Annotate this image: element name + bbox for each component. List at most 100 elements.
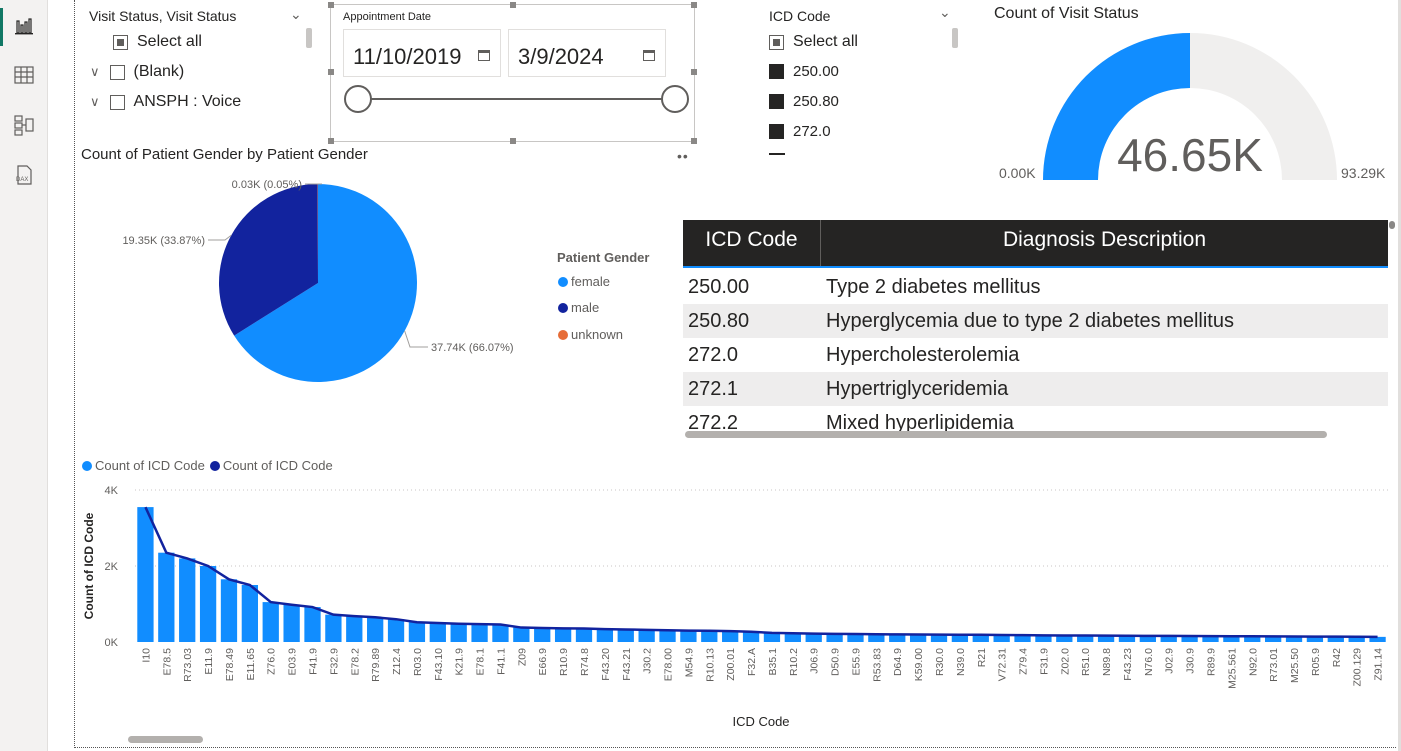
start-date-handle[interactable] bbox=[344, 85, 372, 113]
legend-item-unknown[interactable]: unknown bbox=[558, 327, 623, 342]
bar-F41.1[interactable] bbox=[492, 624, 509, 642]
bar-R03.0[interactable] bbox=[408, 622, 426, 642]
table-row[interactable]: 272.1 Hypertriglyceridemia bbox=[683, 372, 1388, 406]
slicer-scrollbar[interactable] bbox=[306, 28, 312, 48]
bar-E03.9[interactable] bbox=[283, 604, 300, 642]
bar-E78.1[interactable] bbox=[471, 624, 488, 642]
chevron-down-icon[interactable]: ⌄ bbox=[290, 6, 302, 23]
more-options-icon[interactable]: •• bbox=[677, 148, 689, 164]
column-header-icd-code[interactable]: ICD Code bbox=[683, 220, 821, 268]
resize-handle[interactable] bbox=[328, 2, 334, 8]
bar-E78.5[interactable] bbox=[158, 552, 175, 642]
legend-item-female[interactable]: female bbox=[558, 274, 610, 289]
legend-label-bars[interactable]: Count of ICD Code bbox=[95, 458, 205, 473]
table-row[interactable]: 272.0 Hypercholesterolemia bbox=[683, 338, 1388, 372]
table-view-button[interactable] bbox=[0, 52, 48, 98]
legend-dot bbox=[209, 460, 220, 471]
bar-R10.9[interactable] bbox=[554, 628, 572, 642]
resize-handle[interactable] bbox=[691, 2, 697, 8]
cell-icd-code: 272.1 bbox=[688, 377, 739, 400]
checkbox-filled-icon[interactable] bbox=[769, 124, 784, 139]
bar-Z00.01[interactable] bbox=[722, 631, 739, 642]
resize-handle[interactable] bbox=[691, 69, 697, 75]
table-vertical-scrollbar[interactable] bbox=[1389, 221, 1395, 229]
bar-J30.2[interactable] bbox=[638, 629, 655, 642]
slicer-item-label: 250.00 bbox=[793, 63, 839, 80]
checkbox-partial-icon[interactable] bbox=[113, 34, 128, 50]
end-date-handle[interactable] bbox=[661, 85, 689, 113]
x-tick-label: B35.1 bbox=[767, 648, 779, 676]
bar-F43.21[interactable] bbox=[617, 629, 634, 642]
x-tick-label: E78.5 bbox=[161, 648, 173, 676]
bar-Z76.0[interactable] bbox=[262, 602, 279, 642]
resize-handle[interactable] bbox=[691, 138, 697, 144]
bar-B35.1[interactable] bbox=[763, 632, 781, 642]
end-date-input[interactable]: 3/9/2024 bbox=[508, 29, 666, 77]
legend-item-male[interactable]: male bbox=[558, 300, 599, 315]
slicer-scrollbar[interactable] bbox=[952, 28, 958, 48]
table-row[interactable]: 250.80 Hyperglycemia due to type 2 diabe… bbox=[683, 304, 1388, 338]
legend-label: male bbox=[571, 300, 600, 315]
calendar-icon[interactable] bbox=[643, 50, 655, 61]
bar-R10.13[interactable] bbox=[701, 630, 718, 642]
x-tick-label: R42 bbox=[1331, 648, 1343, 667]
icd-item-250-00[interactable]: 250.00 bbox=[769, 63, 839, 80]
legend-label-line[interactable]: Count of ICD Code bbox=[223, 458, 333, 473]
slicer-item-blank[interactable]: ∨ (Blank) bbox=[90, 63, 184, 81]
checkbox-filled-icon[interactable] bbox=[769, 94, 784, 109]
start-date-input[interactable]: 11/10/2019 bbox=[343, 29, 501, 77]
bar-R73.03[interactable] bbox=[179, 558, 196, 642]
report-view-button[interactable] bbox=[0, 4, 48, 50]
slicer-item-anspb-voice[interactable]: ∨ ANSPH : Voice bbox=[90, 93, 241, 111]
table-horizontal-scrollbar[interactable] bbox=[685, 431, 1327, 438]
checkbox-partial-icon[interactable] bbox=[769, 34, 784, 50]
checkbox-filled-icon[interactable] bbox=[769, 64, 784, 79]
resize-handle[interactable] bbox=[510, 2, 516, 8]
checkbox-icon[interactable] bbox=[109, 94, 125, 110]
bar-K21.9[interactable] bbox=[450, 623, 467, 642]
resize-handle[interactable] bbox=[328, 69, 334, 75]
checkbox-icon[interactable] bbox=[109, 64, 125, 80]
model-view-icon bbox=[14, 115, 34, 136]
bar-Z09[interactable] bbox=[513, 627, 530, 642]
column-header-diagnosis[interactable]: Diagnosis Description bbox=[821, 220, 1388, 268]
bar-E78.00[interactable] bbox=[659, 630, 676, 642]
bar-E11.65[interactable] bbox=[241, 585, 259, 642]
table-row[interactable]: 272.2 Mixed hyperlipidemia bbox=[683, 406, 1388, 433]
resize-handle[interactable] bbox=[328, 138, 334, 144]
x-tick-label: K59.00 bbox=[913, 648, 925, 681]
expand-chevron-icon[interactable]: ∨ bbox=[90, 64, 100, 80]
model-view-button[interactable] bbox=[0, 102, 48, 148]
bar-R74.8[interactable] bbox=[575, 628, 593, 642]
bar-M54.9[interactable] bbox=[680, 630, 697, 642]
x-tick-label: E78.2 bbox=[349, 648, 361, 676]
icd-item-250-80[interactable]: 250.80 bbox=[769, 93, 839, 110]
y-tick-label: 4K bbox=[105, 485, 119, 497]
icd-item-272-0[interactable]: 272.0 bbox=[769, 123, 831, 140]
bar-E78.2[interactable] bbox=[346, 616, 363, 642]
x-tick-label: Z91.14 bbox=[1373, 648, 1385, 681]
bar-E11.9[interactable] bbox=[199, 566, 217, 642]
table-row[interactable]: 250.00 Type 2 diabetes mellitus bbox=[683, 270, 1388, 304]
bar-I10[interactable] bbox=[137, 507, 154, 642]
bar-F41.9[interactable] bbox=[304, 607, 321, 642]
calendar-icon[interactable] bbox=[478, 50, 490, 61]
chevron-down-icon[interactable]: ⌄ bbox=[939, 4, 951, 21]
bar-F43.20[interactable] bbox=[596, 629, 614, 642]
x-tick-label: R79.89 bbox=[370, 648, 382, 682]
bar-R79.89[interactable] bbox=[367, 617, 384, 642]
bar-F43.10[interactable] bbox=[429, 623, 446, 642]
expand-chevron-icon[interactable]: ∨ bbox=[90, 94, 100, 110]
bar-F32.9[interactable] bbox=[325, 614, 342, 642]
bar-E66.9[interactable] bbox=[534, 627, 551, 642]
appointment-date-slicer: Appointment Date 11/10/2019 3/9/2024 bbox=[328, 2, 697, 144]
slicer-item-select-all[interactable]: Select all bbox=[113, 33, 202, 51]
cell-icd-code: 272.2 bbox=[688, 411, 739, 433]
resize-handle[interactable] bbox=[510, 138, 516, 144]
chart-horizontal-scrollbar[interactable] bbox=[128, 736, 203, 743]
icd-item-select-all[interactable]: Select all bbox=[769, 33, 858, 51]
bar-E78.49[interactable] bbox=[220, 579, 238, 642]
date-range-track[interactable] bbox=[361, 98, 676, 100]
bar-Z12.4[interactable] bbox=[387, 619, 405, 642]
dax-query-button[interactable]: DAX bbox=[0, 152, 48, 198]
